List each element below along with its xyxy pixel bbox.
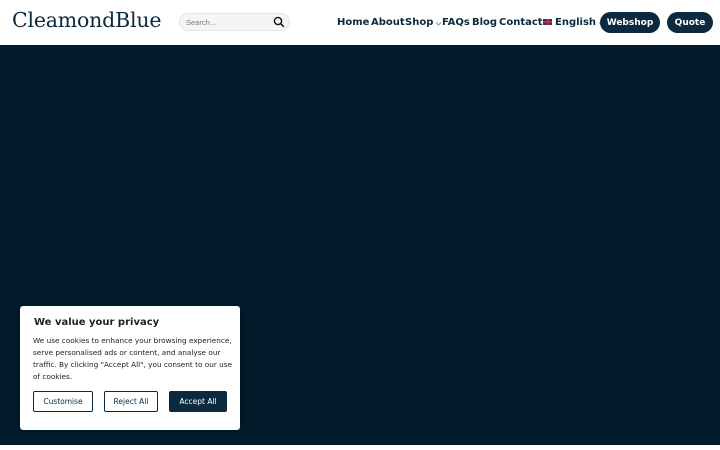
search-icon[interactable]	[272, 15, 286, 29]
uk-flag-icon	[543, 19, 552, 25]
language-selector[interactable]: English	[543, 15, 605, 29]
nav-home-label: Home	[337, 16, 370, 28]
reject-all-button[interactable]: Reject All	[104, 391, 158, 412]
nav-blog-label: Blog	[472, 16, 498, 28]
site-logo[interactable]: CleamondBlue	[12, 8, 161, 32]
nav-item-shop[interactable]: Shop	[405, 15, 442, 29]
language-label: English	[555, 16, 597, 28]
nav-contact-label: Contact	[499, 16, 543, 28]
cookie-consent-banner: We value your privacy We use cookies to …	[20, 306, 240, 430]
nav-item-faqs[interactable]: FAQs	[442, 15, 470, 29]
nav-item-contact[interactable]: Contact	[499, 15, 543, 29]
nav-item-about[interactable]: About	[371, 15, 405, 29]
site-header: CleamondBlue Home About Shop FAQs Blog C…	[0, 0, 720, 45]
nav-about-label: About	[371, 16, 405, 28]
webshop-button[interactable]: Webshop	[600, 12, 660, 33]
nav-item-blog[interactable]: Blog	[472, 15, 497, 29]
customise-button[interactable]: Customise	[33, 391, 93, 412]
cookie-banner-title: We value your privacy	[34, 317, 160, 328]
search-box[interactable]	[179, 13, 290, 31]
nav-shop-label: Shop	[405, 16, 434, 28]
search-input[interactable]	[186, 15, 274, 29]
cookie-banner-text: We use cookies to enhance your browsing …	[33, 336, 233, 381]
nav-faqs-label: FAQs	[442, 16, 470, 28]
quote-button[interactable]: Quote	[667, 12, 713, 33]
accept-all-button[interactable]: Accept All	[169, 391, 227, 412]
nav-item-home[interactable]: Home	[337, 15, 369, 29]
